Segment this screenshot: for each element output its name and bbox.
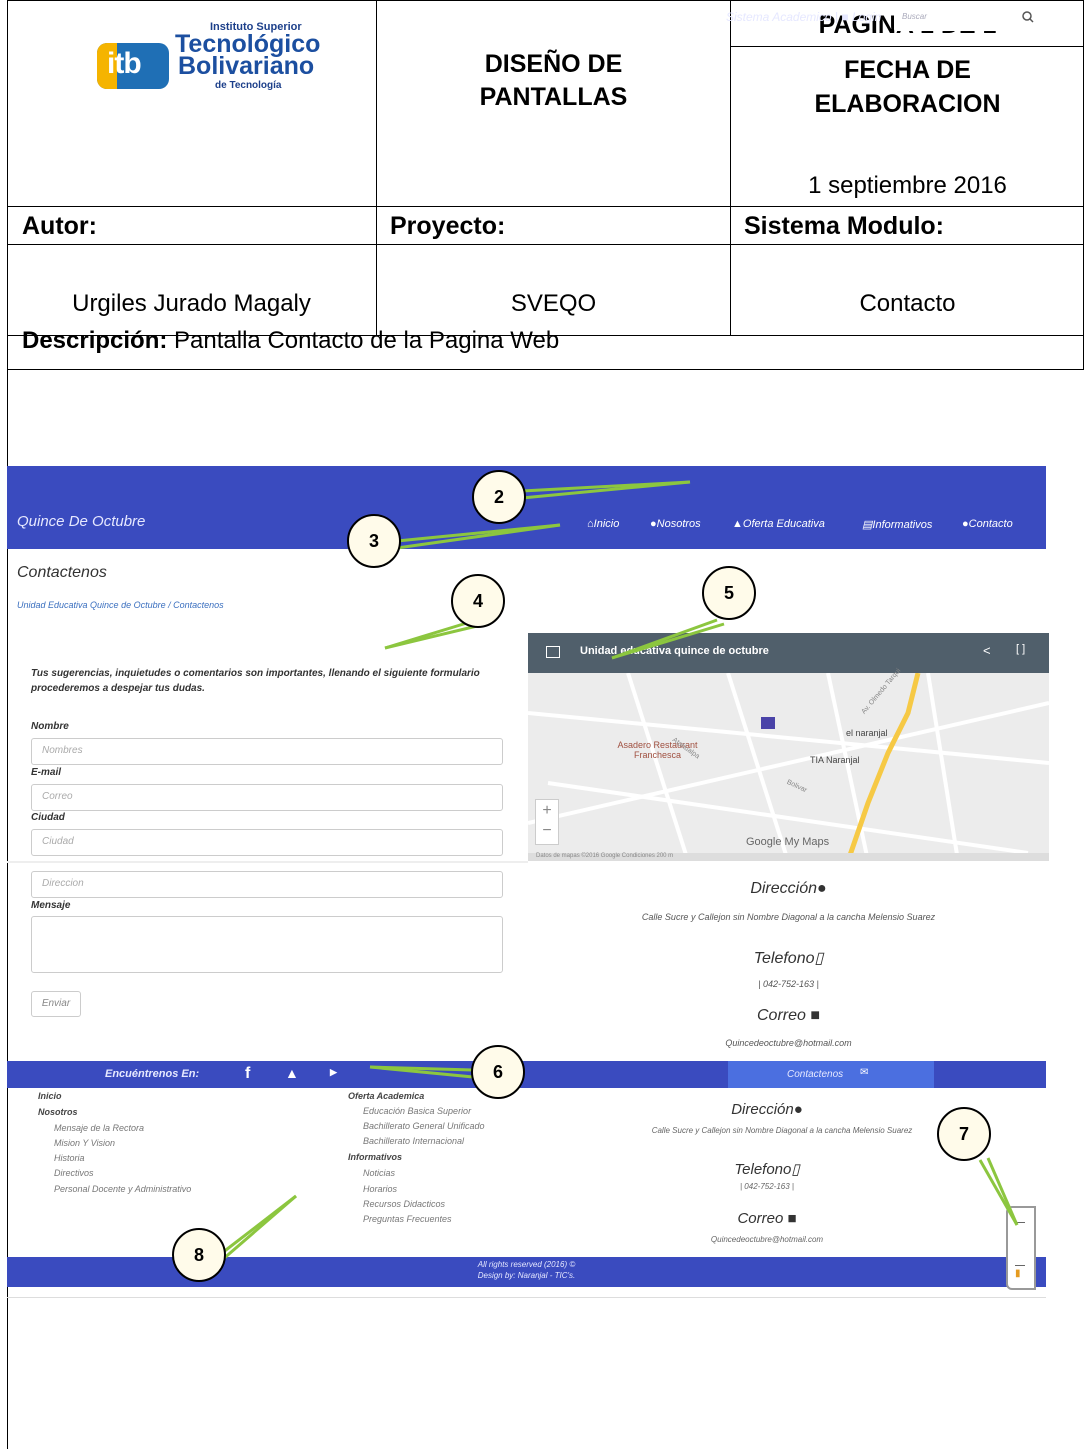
callout-arrows: [221, 480, 1019, 1262]
callout-5: 5: [702, 566, 756, 620]
callout-8: 8: [172, 1228, 226, 1282]
callout-6: 6: [471, 1045, 525, 1099]
callout-7: 7: [937, 1107, 991, 1161]
callout-2: 2: [472, 470, 526, 524]
callout-4: 4: [451, 574, 505, 628]
callout-3: 3: [347, 514, 401, 568]
